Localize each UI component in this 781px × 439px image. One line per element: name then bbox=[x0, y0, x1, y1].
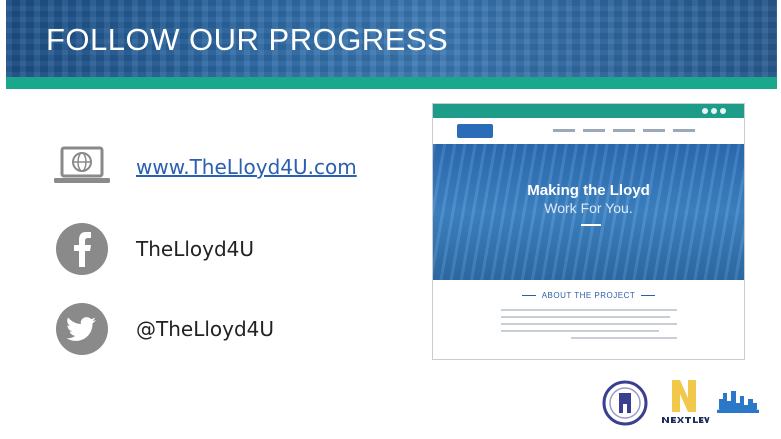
website-preview: Making the Lloyd Work For You. ABOUT THE… bbox=[432, 103, 745, 360]
twitter-icon bbox=[52, 299, 112, 359]
preview-hero: Making the Lloyd Work For You. bbox=[433, 144, 744, 280]
preview-menu bbox=[553, 129, 695, 132]
preview-nav bbox=[433, 118, 744, 144]
preview-hero-title: Making the Lloyd bbox=[527, 182, 650, 199]
next-level-logo-icon bbox=[660, 380, 710, 424]
preview-section-heading: ABOUT THE PROJECT bbox=[433, 291, 744, 300]
contact-row-website: www.TheLloyd4U.com bbox=[52, 137, 357, 197]
city-skyline-logo-icon bbox=[717, 391, 759, 413]
twitter-handle: @TheLloyd4U bbox=[136, 317, 275, 341]
laptop-globe-icon bbox=[52, 137, 112, 197]
preview-hero-divider bbox=[581, 224, 601, 226]
facebook-handle: TheLloyd4U bbox=[136, 237, 255, 261]
facebook-icon bbox=[52, 219, 112, 279]
preview-social-dots bbox=[702, 108, 726, 114]
preview-hero-subtitle: Work For You. bbox=[544, 200, 633, 216]
contact-row-facebook: TheLloyd4U bbox=[52, 219, 254, 279]
header-banner: FOLLOW OUR PROGRESS bbox=[6, 0, 777, 77]
preview-logo-icon bbox=[457, 124, 493, 138]
contact-row-twitter: @TheLloyd4U bbox=[52, 299, 274, 359]
indiana-seal-icon bbox=[602, 380, 648, 426]
website-link[interactable]: www.TheLloyd4U.com bbox=[136, 155, 357, 179]
preview-body-text bbox=[501, 309, 677, 344]
accent-bar bbox=[6, 77, 777, 89]
preview-top-bar bbox=[433, 104, 744, 118]
page-title: FOLLOW OUR PROGRESS bbox=[46, 22, 449, 57]
